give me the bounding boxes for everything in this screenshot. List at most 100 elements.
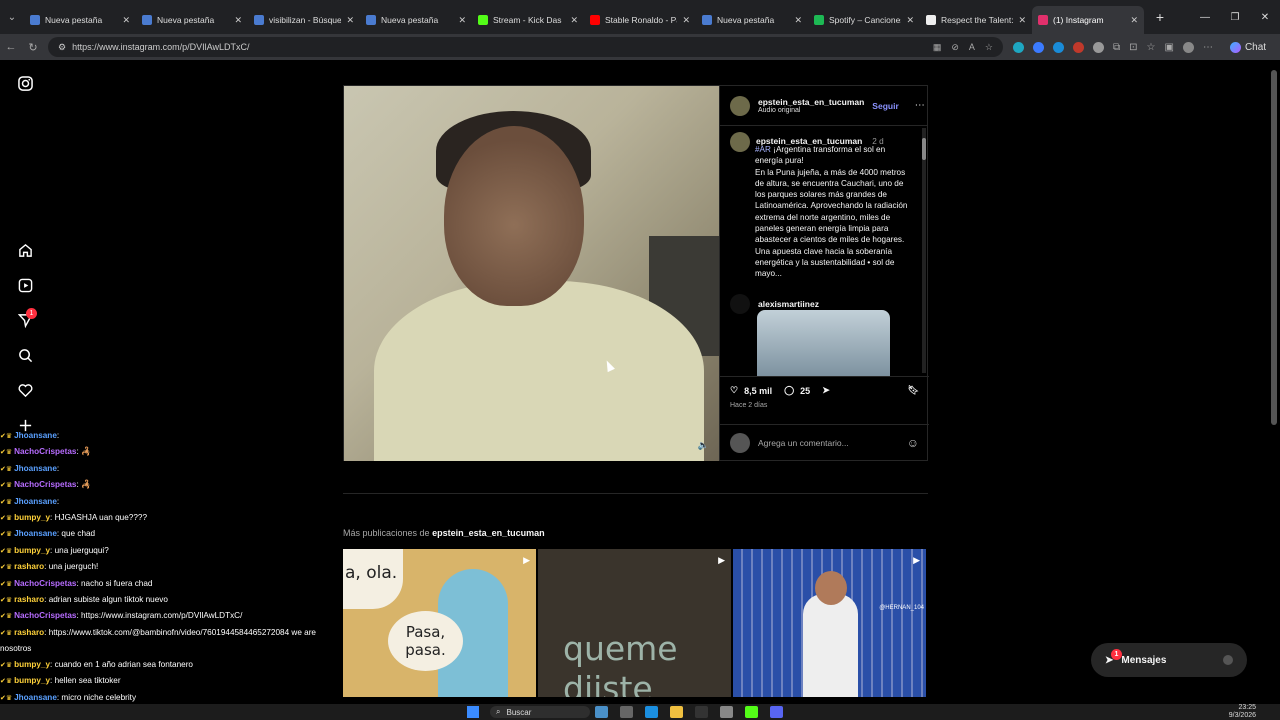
profile-avatar[interactable] (1182, 41, 1194, 53)
tab-close-icon[interactable]: ✕ (906, 15, 914, 26)
chat-username[interactable]: Jhoansane (14, 464, 57, 473)
chat-username[interactable]: Jhoansane (14, 529, 57, 538)
reload-icon[interactable]: ↻ (22, 41, 44, 54)
tab-close-icon[interactable]: ✕ (346, 15, 354, 26)
chat-username[interactable]: bumpy_y (14, 660, 50, 669)
discord-icon[interactable] (770, 706, 783, 718)
minimize-icon[interactable]: — (1190, 12, 1220, 23)
browser-tab[interactable]: Nueva pestaña ✕ (136, 6, 248, 34)
chat-username[interactable]: NachoCrispetas (14, 579, 76, 588)
more-options-icon[interactable]: ⋯ (915, 100, 925, 111)
extension-icon[interactable] (1073, 41, 1084, 53)
collections-icon[interactable]: ▣ (1165, 42, 1174, 53)
browser-tab[interactable]: Nueva pestaña ✕ (24, 6, 136, 34)
search-icon[interactable] (16, 346, 34, 364)
site-info-icon[interactable]: ⚙ (58, 42, 66, 53)
like-count[interactable]: 8,5 mil (744, 386, 772, 396)
messages-button[interactable]: ➤ 1 Mensajes (1091, 643, 1247, 677)
kick-app-icon[interactable] (745, 706, 758, 718)
chat-username[interactable]: NachoCrispetas (14, 480, 76, 489)
favorites-icon[interactable]: ☆ (1147, 42, 1156, 53)
heart-icon[interactable] (16, 381, 34, 399)
chat-username[interactable]: bumpy_y (14, 676, 50, 685)
reels-icon[interactable] (16, 276, 34, 294)
post-video[interactable]: 🔈 (344, 86, 719, 461)
home-icon[interactable] (16, 241, 34, 259)
read-aloud-icon[interactable]: A (969, 42, 975, 53)
chat-username[interactable]: NachoCrispetas (14, 611, 76, 620)
chat-username[interactable]: NachoCrispetas (14, 447, 76, 456)
comment-avatar[interactable] (730, 294, 750, 314)
browser-tab[interactable]: visibilizan - Búsqueda ✕ (248, 6, 360, 34)
comment-input[interactable]: Agrega un comentario... (758, 438, 849, 448)
new-tab-button[interactable]: + (1150, 9, 1170, 25)
chat-username[interactable]: rasharo (14, 628, 44, 637)
tab-close-icon[interactable]: ✕ (234, 15, 242, 26)
like-heart-icon[interactable]: ♡ (730, 385, 738, 396)
browser-tab[interactable]: Nueva pestaña ✕ (360, 6, 472, 34)
comment-image[interactable] (757, 310, 890, 376)
browser-tab[interactable]: Spotify – Canciones q ✕ (808, 6, 920, 34)
tab-close-icon[interactable]: ✕ (122, 15, 130, 26)
avatar[interactable] (730, 95, 750, 116)
extension-icon[interactable] (1033, 41, 1044, 53)
chat-username[interactable]: bumpy_y (14, 546, 50, 555)
windows-start-icon[interactable] (467, 706, 479, 718)
copilot-chat-button[interactable]: Chat (1229, 41, 1266, 53)
bookmark-icon[interactable]: 🔖︎ (908, 385, 919, 396)
chat-username[interactable]: Jhoansane (14, 497, 57, 506)
edge-icon[interactable] (645, 706, 658, 718)
favorite-star-icon[interactable]: ☆ (985, 42, 993, 53)
post-thumbnail[interactable]: queme diiste ▶ (538, 549, 731, 697)
explorer-icon[interactable] (670, 706, 683, 718)
apps-icon[interactable]: ▦ (933, 42, 942, 53)
audio-label[interactable]: Audio original (758, 107, 864, 114)
tab-close-icon[interactable]: ✕ (794, 15, 802, 26)
instagram-logo-icon[interactable] (16, 74, 34, 92)
direct-messages-icon[interactable]: 1 (16, 308, 37, 329)
app-icon[interactable] (595, 706, 608, 718)
extension-icon[interactable] (1013, 41, 1024, 53)
chat-username[interactable]: rasharo (14, 562, 44, 571)
extension-icon[interactable] (1053, 41, 1064, 53)
tab-close-icon[interactable]: ✕ (1130, 15, 1138, 26)
extension-icon[interactable] (1093, 41, 1104, 53)
tab-close-icon[interactable]: ✕ (570, 15, 578, 26)
split-screen-icon[interactable]: ⊡ (1129, 42, 1137, 53)
chat-username[interactable]: Jhoansane (14, 693, 57, 702)
tab-close-icon[interactable]: ✕ (458, 15, 466, 26)
post-username[interactable]: epstein_esta_en_tucuman (758, 97, 864, 107)
browser-tab[interactable]: Stream - Kick Das ✕ (472, 6, 584, 34)
more-posts-username[interactable]: epstein_esta_en_tucuman (432, 528, 545, 538)
page-scrollbar[interactable] (1271, 70, 1277, 425)
puzzle-icon[interactable]: ⧉ (1113, 42, 1120, 53)
tab-close-icon[interactable]: ✕ (682, 15, 690, 26)
browser-tab[interactable]: Stable Ronaldo - Paypl ✕ (584, 6, 696, 34)
chat-username[interactable]: bumpy_y (14, 513, 50, 522)
url-field[interactable]: ⚙ https://www.instagram.com/p/DVIlAwLDTx… (48, 37, 1003, 57)
menu-dots-icon[interactable]: ⋯ (1203, 42, 1213, 53)
caption-avatar[interactable] (730, 132, 750, 152)
browser-tab[interactable]: (1) Instagram ✕ (1032, 6, 1144, 34)
browser-tab[interactable]: Respect the Talent: 25 ✕ (920, 6, 1032, 34)
follow-button[interactable]: Seguir (872, 101, 898, 111)
tracking-icon[interactable]: ⊘ (951, 42, 959, 53)
emoji-icon[interactable]: ☺ (907, 436, 919, 450)
app-icon[interactable] (695, 706, 708, 718)
back-icon[interactable]: ← (0, 41, 22, 53)
browser-tab[interactable]: Nueva pestaña ✕ (696, 6, 808, 34)
taskbar-search[interactable]: ⌕ Buscar (490, 706, 590, 718)
close-window-icon[interactable]: ✕ (1250, 12, 1280, 23)
hashtag-link[interactable]: #AR (755, 145, 771, 154)
app-icon[interactable] (620, 706, 633, 718)
post-thumbnail[interactable]: @HERNAN_104 ▶ (733, 549, 926, 697)
chat-username[interactable]: Jhoansane (14, 431, 57, 440)
chat-username[interactable]: rasharo (14, 595, 44, 604)
scrollbar-thumb[interactable] (922, 138, 926, 160)
tab-list-dropdown-icon[interactable]: ⌄ (0, 0, 24, 34)
app-icon[interactable] (720, 706, 733, 718)
comments-scrollbar[interactable] (922, 128, 926, 373)
comment-username[interactable]: alexismartiinez (758, 299, 819, 309)
mute-icon[interactable]: 🔈 (698, 440, 709, 451)
tab-close-icon[interactable]: ✕ (1018, 15, 1026, 26)
